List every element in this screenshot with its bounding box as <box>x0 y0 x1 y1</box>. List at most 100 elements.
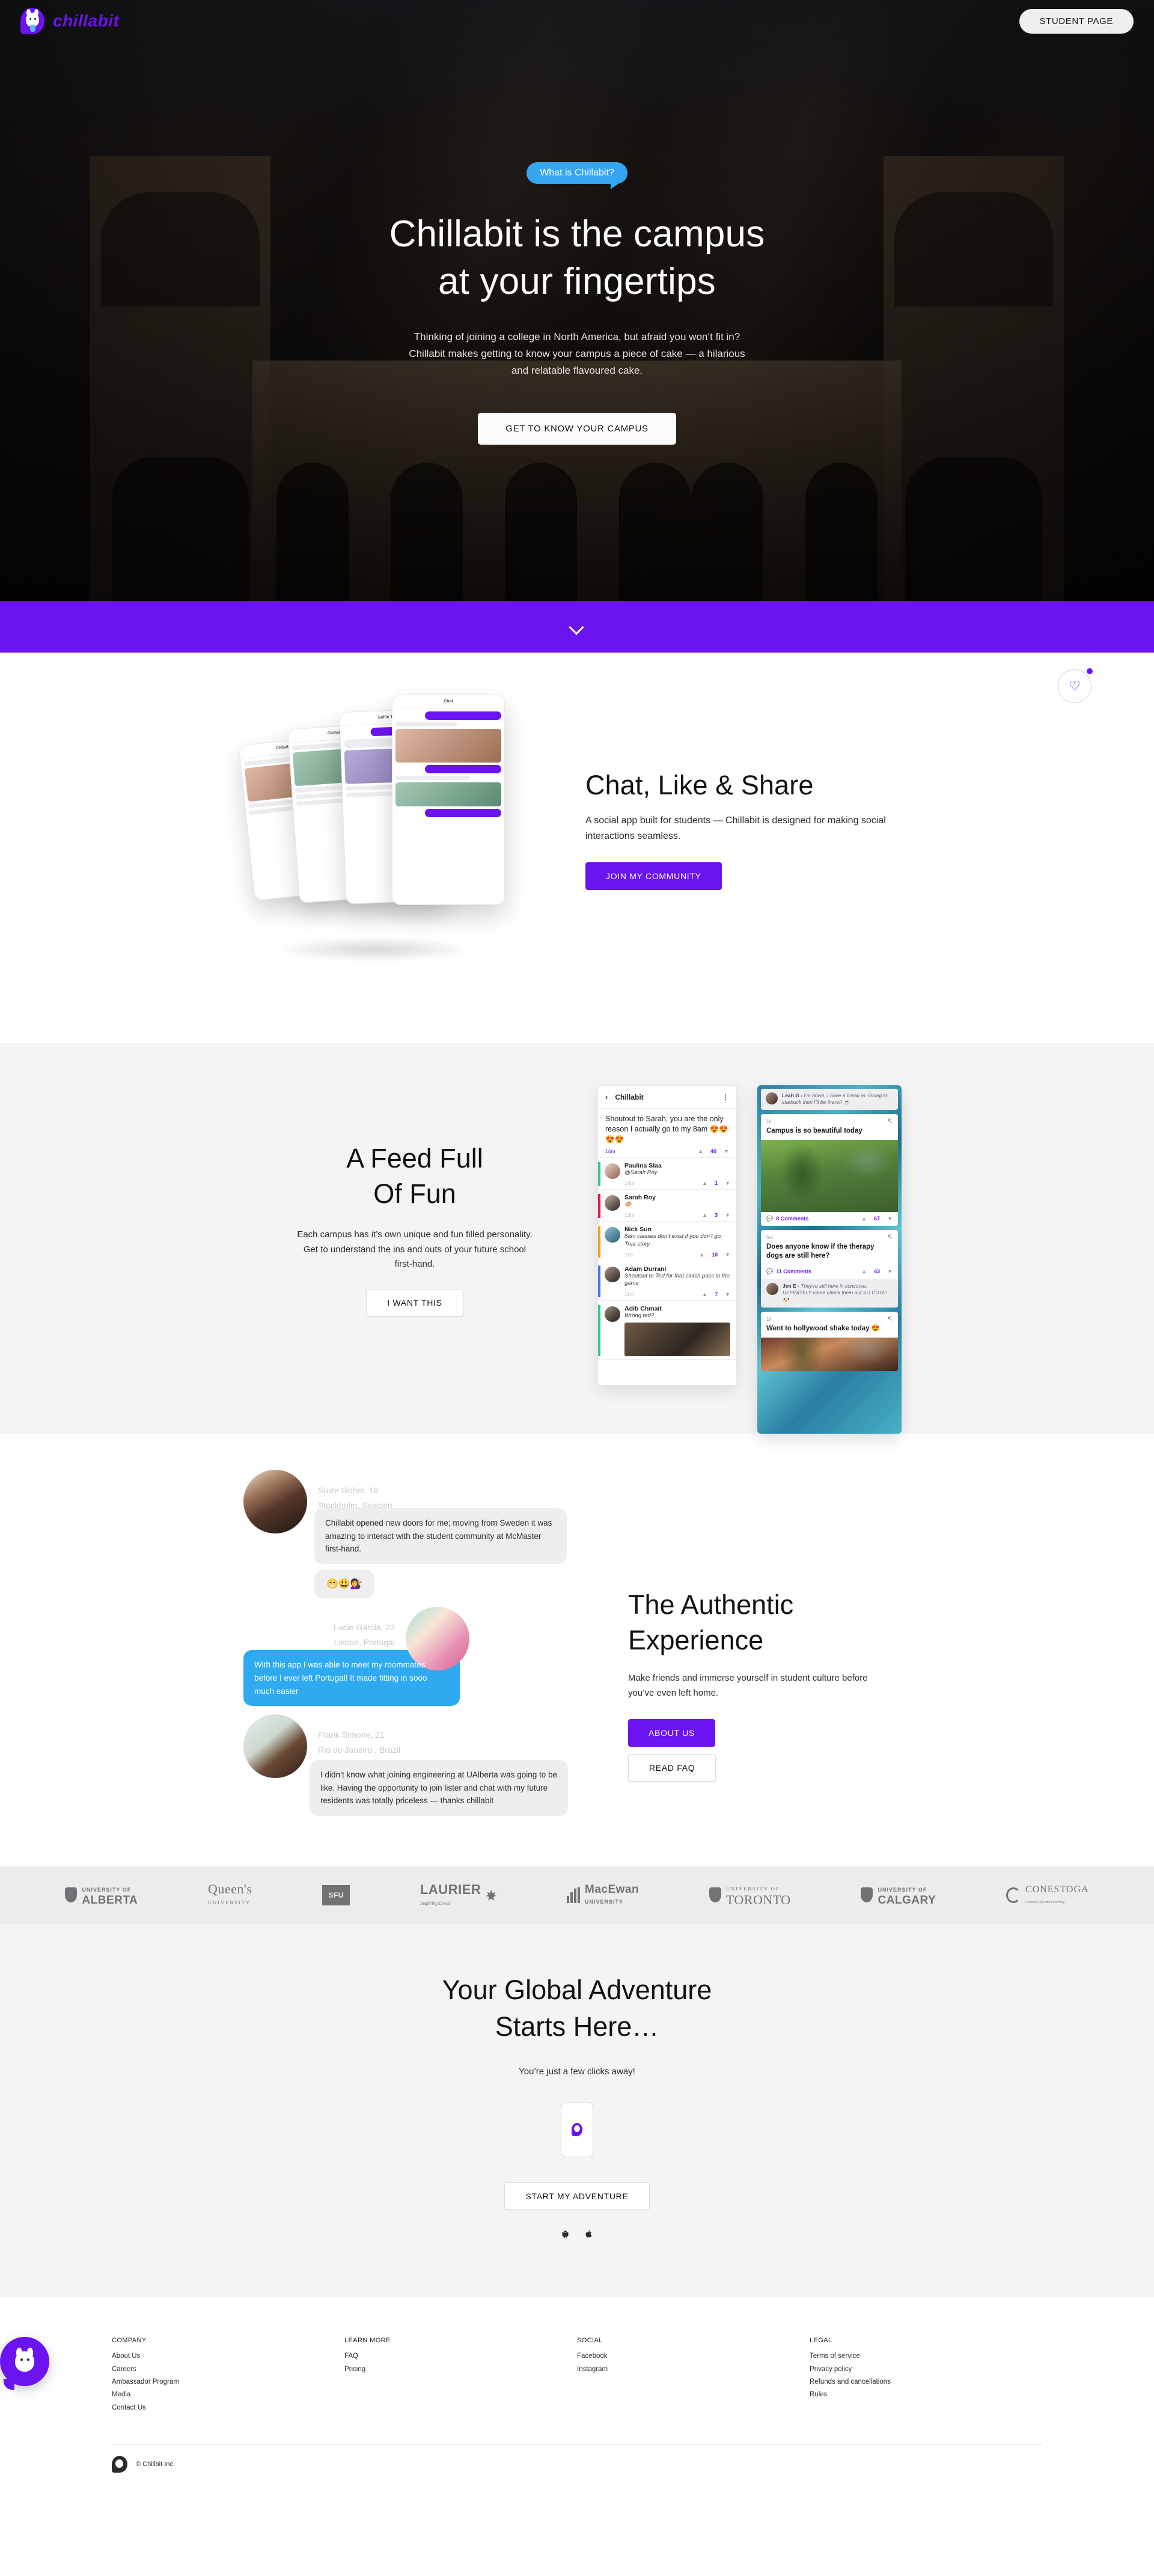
what-is-chillabit-bubble[interactable]: What is Chillabit? <box>527 162 627 189</box>
apple-icon[interactable] <box>584 2228 594 2240</box>
authentic-row: Suize Goher, 19 Stockholm, Sweden Chilla… <box>0 1464 1154 1824</box>
get-to-know-your-campus-button[interactable]: GET TO KNOW YOUR CAMPUS <box>478 412 676 445</box>
chat-row: Chillabit Chillabit Selfie Thread Chat C… <box>0 689 1154 971</box>
upvote-icon[interactable]: ▲ <box>702 1180 707 1186</box>
share-icon[interactable]: ↸ <box>888 1118 893 1125</box>
reply-name: Adib Chmait <box>624 1305 662 1312</box>
comment-icon: 💬 <box>766 1215 774 1222</box>
start-my-adventure-button[interactable]: START MY ADVENTURE <box>504 2182 650 2211</box>
footer-link-instagram[interactable]: Instagram <box>577 2363 810 2376</box>
upvote-icon[interactable]: ▲ <box>702 1212 707 1218</box>
final-cta-title-line-2: Starts Here… <box>495 2011 659 2042</box>
downvote-icon[interactable]: ▼ <box>887 1216 893 1222</box>
post-reply: Jen E - They’re still here in concorse. … <box>761 1278 898 1308</box>
logo-line-2: Inspiring Lives! <box>420 1900 451 1906</box>
notification-dot <box>1087 668 1093 674</box>
footer-link-pricing[interactable]: Pricing <box>344 2363 577 2376</box>
logo-line-2: UNIVERSITY <box>585 1898 624 1905</box>
upvote-icon[interactable]: ▲ <box>861 1216 867 1222</box>
footer-link-about-us[interactable]: About Us <box>112 2350 344 2363</box>
footer-link-ambassador-program[interactable]: Ambassador Program <box>112 2376 344 2389</box>
feed-post-card: 1h ↸ Campus is so beautiful today 💬 8 Co… <box>761 1113 898 1226</box>
logo-queens-university: Queen's UNIVERSITY <box>208 1883 252 1907</box>
vote-count: 40 <box>710 1148 717 1154</box>
testimonial-location: Rio de Janeiro , Brazil <box>318 1744 400 1755</box>
app-store-badges <box>0 2228 1154 2240</box>
footer-link-terms-of-service[interactable]: Terms of service <box>810 2350 1042 2363</box>
reply-accent-bar <box>598 1193 600 1219</box>
downvote-icon[interactable]: ▼ <box>725 1291 730 1297</box>
testimonial-location: Lisbon, Portugal <box>334 1637 395 1647</box>
read-faq-button[interactable]: READ FAQ <box>628 1753 716 1782</box>
reply-text: Wrong ted? <box>624 1312 655 1319</box>
copyright-text: © Chillbit Inc. <box>136 2460 175 2468</box>
heart-icon: ♡ <box>1069 678 1081 693</box>
feed-section: A Feed Full Of Fun Each campus has it’s … <box>0 1043 1154 1434</box>
footer-link-refunds-and-cancellations[interactable]: Refunds and cancellations <box>810 2376 1042 2389</box>
about-us-button[interactable]: ABOUT US <box>628 1719 715 1747</box>
android-icon[interactable] <box>560 2228 570 2240</box>
footer-link-contact-us[interactable]: Contact Us <box>112 2402 344 2414</box>
feed-top-reply: Leah G - I’m down, I have a break rn. Go… <box>761 1089 898 1110</box>
upvote-icon[interactable]: ▲ <box>699 1252 704 1258</box>
favourite-badge[interactable]: ♡ <box>1058 668 1093 703</box>
thread-post-text: Shoutout to Sarah, you are the only reas… <box>605 1115 728 1143</box>
reply-accent-bar <box>598 1305 600 1357</box>
reply-name: Sarah Roy <box>624 1193 656 1201</box>
chillabit-mascot-icon <box>20 8 44 34</box>
upvote-icon[interactable]: ▲ <box>702 1291 707 1297</box>
downvote-icon[interactable]: ▼ <box>724 1148 729 1154</box>
logo-laurier: LAURIER Inspiring Lives! <box>420 1883 497 1908</box>
final-cta-section: Your Global Adventure Starts Here… You’r… <box>0 1923 1154 2298</box>
post-title: Went to hollywood shake today 😍 <box>766 1325 881 1333</box>
logo-university-of-toronto: UNIVERSITY OF TORONTO <box>709 1883 791 1907</box>
footer-link-privacy-policy[interactable]: Privacy policy <box>810 2363 1042 2376</box>
avatar <box>605 1163 620 1179</box>
scroll-down-bar[interactable] <box>0 601 1154 653</box>
post-time: 5m <box>766 1234 774 1240</box>
logo-line-1: CONESTOGA <box>1025 1884 1089 1895</box>
share-icon[interactable]: ↸ <box>888 1316 893 1323</box>
student-page-button[interactable]: STUDENT PAGE <box>1019 8 1134 34</box>
reply-name: Adam Durrani <box>624 1265 667 1273</box>
footer-link-facebook[interactable]: Facebook <box>577 2350 810 2363</box>
upvote-icon[interactable]: ▲ <box>861 1268 867 1274</box>
reply-time: 11m <box>624 1252 634 1258</box>
downvote-icon[interactable]: ▼ <box>725 1212 730 1218</box>
chevron-down-icon[interactable] <box>569 619 585 635</box>
join-my-community-button[interactable]: JOIN MY COMMUNITY <box>585 862 722 890</box>
footer-link-faq[interactable]: FAQ <box>344 2350 577 2363</box>
avatar <box>605 1306 620 1322</box>
downvote-icon[interactable]: ▼ <box>725 1252 730 1258</box>
footer-link-rules[interactable]: Rules <box>810 2389 1042 2401</box>
chat-like-share-section: ♡ Chillabit Chillabit Selfie Thread Chat… <box>0 653 1154 1043</box>
post-title: Does anyone know if the therapy dogs are… <box>766 1243 875 1259</box>
bars-icon <box>567 1887 581 1903</box>
reply-accent-bar <box>598 1226 600 1258</box>
final-cta-title-line-1: Your Global Adventure <box>442 1974 712 2005</box>
footer-link-media[interactable]: Media <box>112 2389 344 2401</box>
testimonial: Frank Simone, 21 Rio de Janeiro , Brazil… <box>243 1714 580 1816</box>
footer-heading: LEARN MORE <box>344 2337 391 2345</box>
phone-card-body <box>392 708 504 820</box>
downvote-icon[interactable]: ▼ <box>725 1180 730 1186</box>
authentic-experience-section: Suize Goher, 19 Stockholm, Sweden Chilla… <box>0 1434 1154 1866</box>
upvote-icon[interactable]: ▲ <box>698 1148 703 1154</box>
i-want-this-button[interactable]: I WANT THIS <box>366 1289 463 1317</box>
back-icon[interactable]: ‹ <box>605 1092 608 1101</box>
feed-title-line-2: Of Fun <box>373 1178 456 1210</box>
brand-logo[interactable]: chillabit <box>20 8 119 34</box>
post-title: Campus is so beautiful today <box>766 1127 862 1134</box>
downvote-icon[interactable]: ▼ <box>887 1268 893 1274</box>
thread-post-meta: 14m ▲ 40 ▼ <box>605 1148 729 1154</box>
reply-time: 14m <box>624 1180 635 1186</box>
vote-count: 1 <box>715 1180 718 1186</box>
avatar <box>243 1714 307 1779</box>
feed-row: A Feed Full Of Fun Each campus has it’s … <box>0 1085 1154 1434</box>
more-options-icon[interactable]: ⋮ <box>722 1093 729 1101</box>
share-icon[interactable]: ↸ <box>888 1234 893 1241</box>
footer-link-careers[interactable]: Careers <box>112 2363 344 2376</box>
chat-widget-button[interactable] <box>0 2336 49 2390</box>
phone-card-front: Chat <box>392 695 505 905</box>
reply-text: 8am classes don’t exist if you don’t go.… <box>624 1233 722 1247</box>
